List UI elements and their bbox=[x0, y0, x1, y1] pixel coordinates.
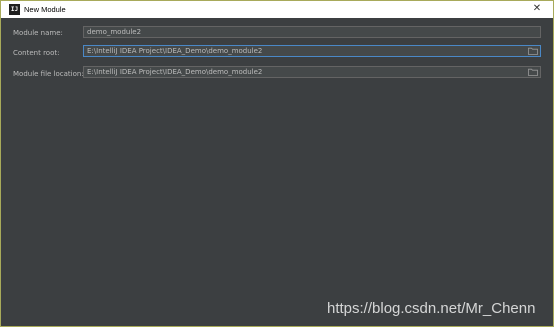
content-root-label: Content root: bbox=[13, 49, 60, 57]
folder-icon[interactable] bbox=[528, 47, 538, 55]
intellij-idea-icon: IJ bbox=[9, 4, 20, 15]
folder-icon[interactable] bbox=[528, 68, 538, 76]
module-file-location-field[interactable] bbox=[83, 66, 541, 78]
content-root-field[interactable] bbox=[83, 45, 541, 57]
close-icon[interactable]: ✕ bbox=[531, 3, 543, 15]
dialog-title: New Module bbox=[24, 5, 66, 14]
module-name-input[interactable] bbox=[84, 27, 527, 37]
module-name-label: Module name: bbox=[13, 29, 63, 37]
new-module-dialog: IJ New Module ✕ Module name: Content roo… bbox=[0, 0, 554, 327]
title-bar[interactable]: IJ New Module ✕ bbox=[1, 1, 553, 18]
watermark: https://blog.csdn.net/Mr_Chenn bbox=[327, 300, 536, 317]
content-root-input[interactable] bbox=[84, 46, 527, 56]
module-file-location-label: Module file location: bbox=[13, 70, 84, 78]
module-name-field[interactable] bbox=[83, 26, 541, 38]
module-file-location-input[interactable] bbox=[84, 67, 527, 77]
